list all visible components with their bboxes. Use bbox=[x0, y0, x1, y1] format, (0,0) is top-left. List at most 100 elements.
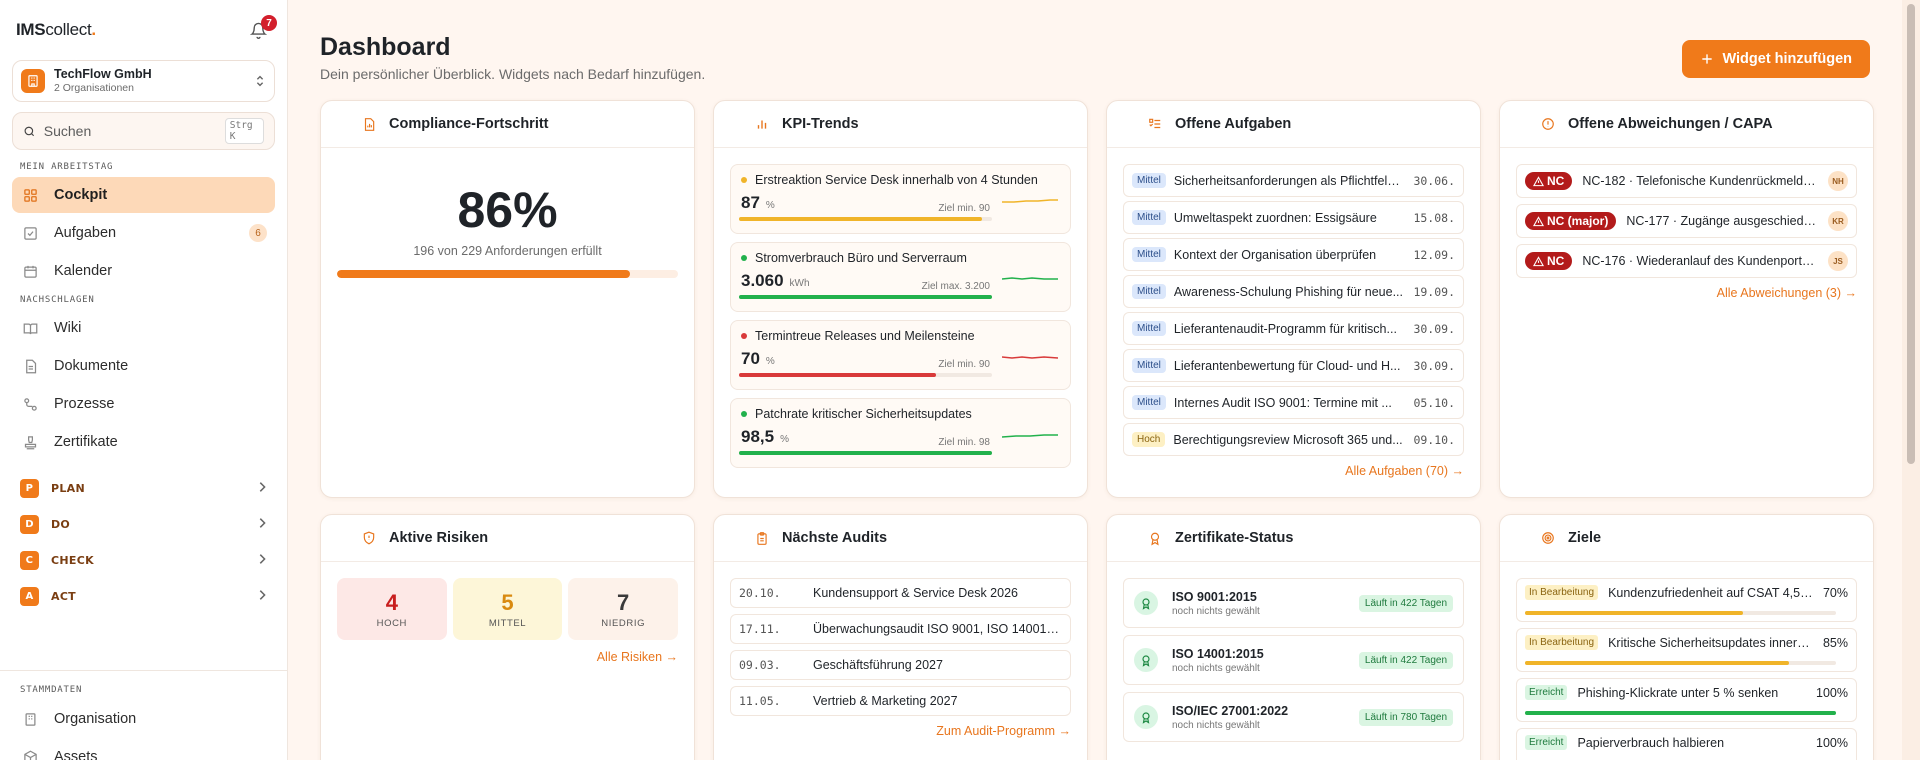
certificate-item[interactable]: ISO 9001:2015 noch nichts gewählt Läuft in… bbox=[1123, 578, 1464, 628]
search-input[interactable] bbox=[43, 123, 225, 139]
task-item[interactable]: Mittel Awareness-Schulung Phishing für ne… bbox=[1123, 275, 1464, 308]
pdca-do[interactable]: D DO bbox=[12, 506, 275, 542]
nc-badge: NC bbox=[1525, 172, 1573, 190]
kpi-unit: % bbox=[765, 356, 775, 367]
kpi-sparkline bbox=[1002, 199, 1058, 203]
audit-item[interactable]: 09.03. Geschäftsführung 2027 bbox=[730, 650, 1071, 680]
goal-status-badge: In Bearbeitung bbox=[1525, 585, 1599, 600]
audit-title: Kundensupport & Service Desk 2026 bbox=[813, 586, 1018, 600]
audit-item[interactable]: 20.10. Kundensupport & Service Desk 2026 bbox=[730, 578, 1071, 608]
goal-item[interactable]: Erreicht Phishing-Klickrate unter 5 % sen… bbox=[1516, 678, 1857, 722]
risk-low-tile[interactable]: 7 NIEDRIG bbox=[568, 578, 679, 640]
kpi-item[interactable]: Patchrate kritischer Sicherheitsupdates … bbox=[730, 398, 1071, 468]
kpi-unit: kWh bbox=[789, 278, 810, 289]
sidebar-item-cockpit[interactable]: Cockpit bbox=[12, 177, 275, 213]
task-item[interactable]: Mittel Umweltaspekt zuordnen: Essigsäure 1… bbox=[1123, 201, 1464, 234]
goal-progress-fill bbox=[1525, 711, 1836, 715]
priority-badge: Mittel bbox=[1132, 210, 1166, 225]
task-item[interactable]: Mittel Lieferantenaudit-Programm für krit… bbox=[1123, 312, 1464, 345]
task-item[interactable]: Mittel Internes Audit ISO 9001: Termine m… bbox=[1123, 386, 1464, 419]
sidebar-item-documents[interactable]: Dokumente bbox=[12, 348, 275, 384]
certificate-subtitle: noch nichts gewählt bbox=[1172, 662, 1260, 674]
kpi-item[interactable]: Termintreue Releases und Meilensteine 70… bbox=[730, 320, 1071, 390]
nonconformity-item[interactable]: NC NC-176 · Wiederanlauf des Kundenportal… bbox=[1516, 244, 1857, 278]
organization-switcher[interactable]: TechFlow GmbH 2 Organisationen bbox=[12, 60, 275, 102]
widget-row-1: Compliance-Fortschritt 86% 196 von 229 A… bbox=[320, 100, 1874, 498]
audit-program-link[interactable]: Zum Audit-Programm → bbox=[730, 724, 1071, 738]
widget-title: Offene Abweichungen / CAPA bbox=[1568, 116, 1773, 132]
goal-percent: 85% bbox=[1822, 635, 1848, 650]
pdca-act[interactable]: A ACT bbox=[12, 578, 275, 614]
audit-item[interactable]: 11.05. Vertrieb & Marketing 2027 bbox=[730, 686, 1071, 716]
sidebar-item-assets[interactable]: Assets bbox=[12, 739, 275, 760]
certificate-item[interactable]: ISO/IEC 27001:2022 noch nichts gewählt Läu… bbox=[1123, 692, 1464, 742]
widget-header: KPI-Trends bbox=[714, 101, 1087, 148]
audit-item[interactable]: 17.11. Überwachungsaudit ISO 9001, ISO 14… bbox=[730, 614, 1071, 644]
document-icon bbox=[20, 356, 40, 376]
certificate-item[interactable]: ISO 14001:2015 noch nichts gewählt Läuft i… bbox=[1123, 635, 1464, 685]
avatar: NH bbox=[1828, 171, 1848, 191]
pdca-check[interactable]: C CHECK bbox=[12, 542, 275, 578]
kpi-name: Erstreaktion Service Desk innerhalb von … bbox=[755, 173, 1038, 187]
open-tasks-widget: Offene Aufgaben Mittel Sicherheitsanforde… bbox=[1106, 100, 1481, 498]
goal-title: Kundenzufriedenheit auf CSAT 4,5 ... bbox=[1608, 585, 1813, 600]
sidebar-item-label: Organisation bbox=[54, 711, 137, 727]
goal-item[interactable]: Erreicht Papierverbrauch halbieren 100% bbox=[1516, 728, 1857, 760]
all-risks-link[interactable]: Alle Risiken → bbox=[337, 650, 678, 664]
goal-item[interactable]: In Bearbeitung Kundenzufriedenheit auf CS… bbox=[1516, 578, 1857, 622]
sidebar-item-calendar[interactable]: Kalender bbox=[12, 253, 275, 289]
widget-header: Zertifikate-Status bbox=[1107, 515, 1480, 562]
checkbox-icon bbox=[20, 223, 40, 243]
list-check-icon bbox=[1147, 116, 1163, 132]
nonconformity-item[interactable]: NC NC-182 · Telefonische Kundenrückmeldun… bbox=[1516, 164, 1857, 198]
search-box[interactable]: Strg K bbox=[12, 112, 275, 150]
app-logo[interactable]: IMScollect. bbox=[16, 20, 96, 40]
task-due-date: 15.08. bbox=[1413, 210, 1455, 225]
main-content: Dashboard Dein persönlicher Überblick. W… bbox=[288, 0, 1902, 760]
goal-title: Phishing-Klickrate unter 5 % senken bbox=[1577, 685, 1779, 700]
task-item[interactable]: Mittel Lieferantenbewertung für Cloud- un… bbox=[1123, 349, 1464, 382]
notifications-button[interactable]: 7 bbox=[245, 15, 277, 43]
task-due-date: 30.09. bbox=[1413, 358, 1455, 373]
goal-title: Kritische Sicherheitsupdates innerh... bbox=[1608, 635, 1813, 650]
priority-badge: Mittel bbox=[1132, 284, 1166, 299]
pdca-plan[interactable]: P PLAN bbox=[12, 470, 275, 506]
task-due-date: 09.10. bbox=[1413, 432, 1455, 447]
award-icon bbox=[1134, 591, 1158, 615]
task-item[interactable]: Hoch Berechtigungsreview Microsoft 365 un… bbox=[1123, 423, 1464, 456]
kpi-progress-bar bbox=[739, 295, 992, 299]
scrollbar-thumb[interactable] bbox=[1907, 4, 1915, 464]
risk-high-tile[interactable]: 4 HOCH bbox=[337, 578, 447, 640]
sidebar-item-processes[interactable]: Prozesse bbox=[12, 386, 275, 422]
organization-count: 2 Organisationen bbox=[54, 82, 134, 94]
page-scrollbar[interactable] bbox=[1902, 0, 1920, 760]
kpi-item[interactable]: Stromverbrauch Büro und Serverraum 3.060… bbox=[730, 242, 1071, 312]
kpi-item[interactable]: Erstreaktion Service Desk innerhalb von … bbox=[730, 164, 1071, 234]
nonconformity-item[interactable]: NC (major) NC-177 · Zugänge ausgeschieden… bbox=[1516, 204, 1857, 238]
sidebar-item-organisation[interactable]: Organisation bbox=[12, 701, 275, 737]
all-deviations-link[interactable]: Alle Abweichungen (3) → bbox=[1516, 286, 1857, 300]
task-item[interactable]: Mittel Sicherheitsanforderungen als Pflic… bbox=[1123, 164, 1464, 197]
goal-progress-bar bbox=[1525, 611, 1836, 615]
audit-date: 09.03. bbox=[739, 658, 781, 672]
goal-item[interactable]: In Bearbeitung Kritische Sicherheitsupdat… bbox=[1516, 628, 1857, 672]
audit-date: 17.11. bbox=[739, 622, 781, 636]
calendar-icon bbox=[20, 261, 40, 281]
book-icon bbox=[20, 318, 40, 338]
add-widget-button[interactable]: Widget hinzufügen bbox=[1682, 40, 1870, 78]
risk-medium-tile[interactable]: 5 MITTEL bbox=[452, 578, 563, 640]
all-tasks-link[interactable]: Alle Aufgaben (70) → bbox=[1123, 464, 1464, 478]
sidebar-item-tasks[interactable]: Aufgaben 6 bbox=[12, 215, 275, 251]
kpi-name: Patchrate kritischer Sicherheitsupdates bbox=[755, 407, 972, 421]
sidebar-item-wiki[interactable]: Wiki bbox=[12, 310, 275, 346]
task-item[interactable]: Mittel Kontext der Organisation überprüfe… bbox=[1123, 238, 1464, 271]
task-due-date: 12.09. bbox=[1413, 247, 1455, 262]
nc-title: NC-182 · Telefonische Kundenrückmeldun..… bbox=[1582, 174, 1820, 188]
risk-count: 5 bbox=[501, 589, 514, 615]
goal-progress-fill bbox=[1525, 611, 1743, 615]
plus-icon bbox=[1702, 54, 1713, 64]
sidebar-item-certificates[interactable]: Zertifikate bbox=[12, 424, 275, 460]
pdca-group: P PLAN D DO C CHECK A ACT bbox=[12, 470, 275, 614]
risk-count: 7 bbox=[617, 589, 630, 615]
chevron-up-down-icon bbox=[256, 75, 264, 87]
